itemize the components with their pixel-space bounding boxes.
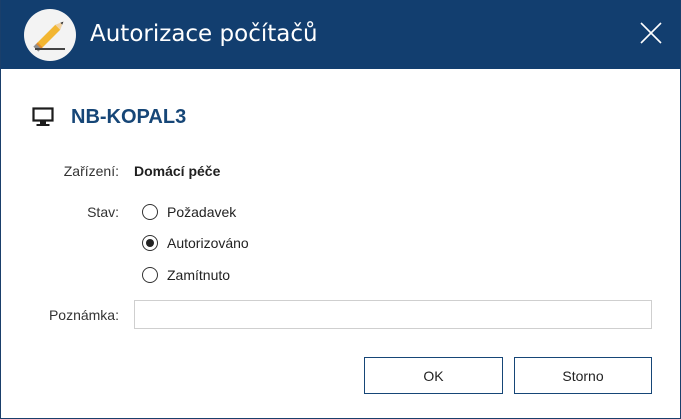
- ok-button[interactable]: OK: [364, 357, 503, 394]
- radio-button-selected[interactable]: [142, 235, 158, 251]
- status-radio-zamitnuto[interactable]: Zamítnuto: [142, 264, 230, 286]
- status-label: Stav:: [87, 204, 119, 220]
- pencil-icon: [24, 9, 76, 61]
- radio-button[interactable]: [142, 204, 158, 220]
- note-label: Poznámka:: [48, 307, 119, 323]
- authorization-dialog: Autorizace počítačů NB-KOPAL3 Zařízení: …: [0, 0, 681, 419]
- radio-label: Zamítnuto: [167, 267, 231, 283]
- status-radio-pozadavek[interactable]: Požadavek: [142, 201, 236, 223]
- dialog-title: Autorizace počítačů: [90, 21, 318, 47]
- radio-button[interactable]: [142, 267, 158, 283]
- device-label: Zařízení:: [63, 163, 119, 179]
- close-button[interactable]: [626, 10, 676, 60]
- radio-label: Požadavek: [167, 204, 237, 220]
- monitor-icon: [32, 106, 54, 128]
- radio-label: Autorizováno: [167, 235, 249, 251]
- cancel-button[interactable]: Storno: [514, 357, 652, 394]
- close-icon: [640, 21, 662, 49]
- note-input[interactable]: [134, 300, 652, 329]
- device-value: Domácí péče: [134, 163, 221, 179]
- computer-name: NB-KOPAL3: [71, 106, 187, 128]
- radio-dot: [146, 239, 154, 247]
- status-radio-autorizovano[interactable]: Autorizováno: [142, 232, 249, 254]
- title-bar[interactable]: Autorizace počítačů: [1, 0, 680, 69]
